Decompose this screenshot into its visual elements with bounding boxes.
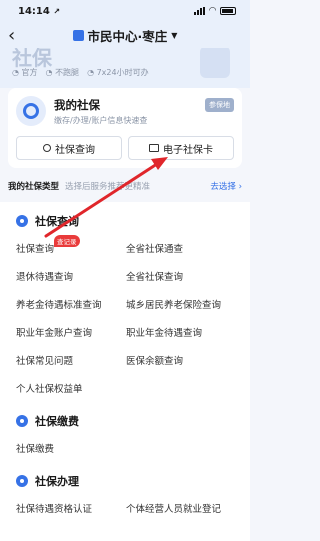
service-item[interactable]: 养老金待遇标准查询 <box>16 290 124 318</box>
service-item[interactable]: 医保余额查询 <box>126 346 234 374</box>
nav-bar: ‹ 市民中心·枣庄 ▼ <box>0 22 250 48</box>
section-title: 社保办理 <box>35 475 79 488</box>
nav-title: 市民中心·枣庄 <box>87 28 168 44</box>
service-item[interactable]: 社保待遇资格认证 <box>16 494 124 522</box>
my-social-security-card: 我的社保 缴存/办理/账户信息快速查 参保地 社保查询 电子社保卡 <box>8 88 242 168</box>
tag: 官方 <box>12 67 38 78</box>
service-item[interactable]: 个体经营人员就业登记 <box>126 494 234 522</box>
hero-tags: 官方 不跑腿 7x24小时可办 <box>12 67 149 78</box>
payment-section-icon <box>16 415 28 427</box>
city-selector[interactable]: 市民中心·枣庄 ▼ <box>0 26 250 45</box>
payment-service-grid: 社保缴费 <box>16 434 234 462</box>
service-item[interactable]: 职业年金账户查询 <box>16 318 124 346</box>
search-icon <box>43 144 51 152</box>
service-item[interactable]: 社保缴费 <box>16 434 124 462</box>
card-icon <box>149 144 159 152</box>
select-type-link[interactable]: 去选择 › <box>210 180 242 192</box>
section-title: 社保查询 <box>35 215 79 228</box>
city-logo-icon <box>72 29 84 41</box>
social-security-query-button[interactable]: 社保查询 <box>16 136 122 160</box>
service-item[interactable]: 退休待遇查询 <box>16 262 124 290</box>
section-header-handling: 社保办理 <box>16 468 234 494</box>
service-item[interactable]: 全省社保通查 <box>126 234 234 262</box>
shield-icon <box>200 48 230 78</box>
query-service-grid: 社保查询 查记录 全省社保通查 退休待遇查询 全省社保查询 养老金待遇标准查询 城… <box>16 234 234 402</box>
chevron-down-icon: ▼ <box>171 30 178 40</box>
record-badge: 查记录 <box>54 235 80 247</box>
service-item[interactable]: 全省社保查询 <box>126 262 234 290</box>
section-title: 社保缴费 <box>35 415 79 428</box>
card-subtitle: 缴存/办理/账户信息快速查 <box>54 115 148 125</box>
wifi-icon: ◠ <box>209 6 216 16</box>
button-label: 社保查询 <box>55 144 95 156</box>
service-item[interactable]: 城乡居民养老保险查询 <box>126 290 234 318</box>
button-label: 电子社保卡 <box>163 144 213 156</box>
tag: 7x24小时可办 <box>87 67 149 78</box>
social-security-logo-icon <box>16 96 46 126</box>
tag: 不跑腿 <box>46 67 79 78</box>
social-security-type-row[interactable]: 我的社保类型 选择后服务推荐更精准 去选择 › <box>8 175 242 197</box>
signal-icon <box>194 7 206 15</box>
status-bar: 14:14 ↗ ◠ <box>0 0 250 22</box>
section-header-query: 社保查询 <box>16 208 234 234</box>
service-item[interactable]: 职业年金待遇查询 <box>126 318 234 346</box>
type-label: 我的社保类型 <box>8 182 60 192</box>
status-icons: ◠ <box>194 6 236 16</box>
query-section-icon <box>16 215 28 227</box>
type-hint: 选择后服务推荐更精准 <box>65 182 151 192</box>
handling-service-grid: 社保待遇资格认证 个体经营人员就业登记 <box>16 494 234 522</box>
electronic-social-security-card-button[interactable]: 电子社保卡 <box>128 136 234 160</box>
insured-location-badge[interactable]: 参保地 <box>205 98 234 112</box>
status-time: 14:14 ↗ <box>18 5 61 17</box>
battery-icon <box>220 7 236 15</box>
services-panel: 社保查询 社保查询 查记录 全省社保通查 退休待遇查询 全省社保查询 养老金待遇标… <box>0 202 250 541</box>
service-item[interactable]: 社保查询 查记录 <box>16 234 124 262</box>
handling-section-icon <box>16 475 28 487</box>
card-title: 我的社保 <box>54 97 100 112</box>
service-item[interactable]: 个人社保权益单 <box>16 374 124 402</box>
section-header-payment: 社保缴费 <box>16 408 234 434</box>
back-icon[interactable]: ‹ <box>8 25 28 46</box>
hero-banner: 社保 官方 不跑腿 7x24小时可办 <box>0 48 250 88</box>
service-item[interactable]: 社保常见问题 <box>16 346 124 374</box>
